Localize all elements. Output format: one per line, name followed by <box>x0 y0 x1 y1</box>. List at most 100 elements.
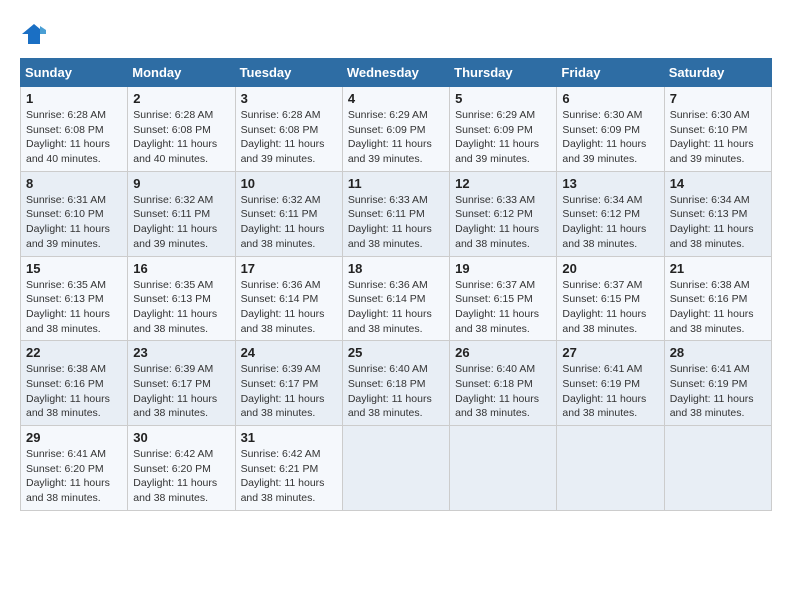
day-info: Sunrise: 6:34 AMSunset: 6:12 PMDaylight:… <box>562 193 658 252</box>
day-number: 14 <box>670 176 766 191</box>
day-info: Sunrise: 6:29 AMSunset: 6:09 PMDaylight:… <box>455 108 551 167</box>
calendar-table: SundayMondayTuesdayWednesdayThursdayFrid… <box>20 58 772 511</box>
calendar-cell: 11Sunrise: 6:33 AMSunset: 6:11 PMDayligh… <box>342 171 449 256</box>
day-info: Sunrise: 6:37 AMSunset: 6:15 PMDaylight:… <box>455 278 551 337</box>
logo-icon <box>20 20 48 48</box>
calendar-cell: 25 Sunrise: 6:40 AMSunset: 6:18 PMDayligh… <box>342 341 449 426</box>
day-number: 28 <box>670 345 766 360</box>
day-number: 1 <box>26 91 122 106</box>
day-number: 11 <box>348 176 444 191</box>
day-info: Sunrise: 6:36 AMSunset: 6:14 PMDaylight:… <box>241 278 337 337</box>
calendar-cell: 17 Sunrise: 6:36 AMSunset: 6:14 PMDayligh… <box>235 256 342 341</box>
day-number: 3 <box>241 91 337 106</box>
day-info: Sunrise: 6:33 AMSunset: 6:12 PMDaylight:… <box>455 193 551 252</box>
day-number: 23 <box>133 345 229 360</box>
calendar-row: 1 Sunrise: 6:28 AMSunset: 6:08 PMDaylight… <box>21 87 772 172</box>
calendar-cell: 3 Sunrise: 6:28 AMSunset: 6:08 PMDaylight… <box>235 87 342 172</box>
day-info: Sunrise: 6:35 AMSunset: 6:13 PMDaylight:… <box>26 278 122 337</box>
calendar-cell <box>450 426 557 511</box>
day-number: 27 <box>562 345 658 360</box>
weekday-header: Friday <box>557 59 664 87</box>
day-number: 24 <box>241 345 337 360</box>
day-info: Sunrise: 6:39 AMSunset: 6:17 PMDaylight:… <box>133 362 229 421</box>
weekday-header: Monday <box>128 59 235 87</box>
day-info: Sunrise: 6:32 AMSunset: 6:11 PMDaylight:… <box>133 193 229 252</box>
weekday-header: Tuesday <box>235 59 342 87</box>
day-info: Sunrise: 6:28 AMSunset: 6:08 PMDaylight:… <box>241 108 337 167</box>
calendar-cell: 1 Sunrise: 6:28 AMSunset: 6:08 PMDaylight… <box>21 87 128 172</box>
day-info: Sunrise: 6:40 AMSunset: 6:18 PMDaylight:… <box>348 362 444 421</box>
day-number: 18 <box>348 261 444 276</box>
calendar-cell: 8Sunrise: 6:31 AMSunset: 6:10 PMDaylight… <box>21 171 128 256</box>
day-info: Sunrise: 6:42 AMSunset: 6:20 PMDaylight:… <box>133 447 229 506</box>
calendar-cell: 23 Sunrise: 6:39 AMSunset: 6:17 PMDayligh… <box>128 341 235 426</box>
day-info: Sunrise: 6:42 AMSunset: 6:21 PMDaylight:… <box>241 447 337 506</box>
day-info: Sunrise: 6:41 AMSunset: 6:19 PMDaylight:… <box>670 362 766 421</box>
day-number: 10 <box>241 176 337 191</box>
calendar-row: 15 Sunrise: 6:35 AMSunset: 6:13 PMDayligh… <box>21 256 772 341</box>
calendar-cell: 5 Sunrise: 6:29 AMSunset: 6:09 PMDaylight… <box>450 87 557 172</box>
calendar-cell: 4 Sunrise: 6:29 AMSunset: 6:09 PMDaylight… <box>342 87 449 172</box>
calendar-header-row: SundayMondayTuesdayWednesdayThursdayFrid… <box>21 59 772 87</box>
calendar-cell: 22Sunrise: 6:38 AMSunset: 6:16 PMDayligh… <box>21 341 128 426</box>
calendar-cell: 15 Sunrise: 6:35 AMSunset: 6:13 PMDayligh… <box>21 256 128 341</box>
day-number: 22 <box>26 345 122 360</box>
day-info: Sunrise: 6:37 AMSunset: 6:15 PMDaylight:… <box>562 278 658 337</box>
calendar-cell: 26 Sunrise: 6:40 AMSunset: 6:18 PMDayligh… <box>450 341 557 426</box>
day-number: 16 <box>133 261 229 276</box>
day-info: Sunrise: 6:41 AMSunset: 6:20 PMDaylight:… <box>26 447 122 506</box>
day-number: 13 <box>562 176 658 191</box>
calendar-cell: 7Sunrise: 6:30 AMSunset: 6:10 PMDaylight… <box>664 87 771 172</box>
calendar-cell: 2 Sunrise: 6:28 AMSunset: 6:08 PMDaylight… <box>128 87 235 172</box>
day-number: 25 <box>348 345 444 360</box>
day-info: Sunrise: 6:32 AMSunset: 6:11 PMDaylight:… <box>241 193 337 252</box>
day-info: Sunrise: 6:28 AMSunset: 6:08 PMDaylight:… <box>26 108 122 167</box>
day-number: 19 <box>455 261 551 276</box>
day-number: 7 <box>670 91 766 106</box>
day-number: 29 <box>26 430 122 445</box>
day-number: 17 <box>241 261 337 276</box>
day-number: 15 <box>26 261 122 276</box>
calendar-cell: 20 Sunrise: 6:37 AMSunset: 6:15 PMDayligh… <box>557 256 664 341</box>
calendar-cell: 6 Sunrise: 6:30 AMSunset: 6:09 PMDaylight… <box>557 87 664 172</box>
day-info: Sunrise: 6:41 AMSunset: 6:19 PMDaylight:… <box>562 362 658 421</box>
calendar-cell: 29 Sunrise: 6:41 AMSunset: 6:20 PMDayligh… <box>21 426 128 511</box>
day-number: 31 <box>241 430 337 445</box>
calendar-cell: 10 Sunrise: 6:32 AMSunset: 6:11 PMDayligh… <box>235 171 342 256</box>
day-number: 30 <box>133 430 229 445</box>
day-info: Sunrise: 6:29 AMSunset: 6:09 PMDaylight:… <box>348 108 444 167</box>
calendar-cell: 9 Sunrise: 6:32 AMSunset: 6:11 PMDaylight… <box>128 171 235 256</box>
day-info: Sunrise: 6:28 AMSunset: 6:08 PMDaylight:… <box>133 108 229 167</box>
calendar-cell: 30 Sunrise: 6:42 AMSunset: 6:20 PMDayligh… <box>128 426 235 511</box>
weekday-header: Wednesday <box>342 59 449 87</box>
day-info: Sunrise: 6:30 AMSunset: 6:09 PMDaylight:… <box>562 108 658 167</box>
day-info: Sunrise: 6:38 AMSunset: 6:16 PMDaylight:… <box>670 278 766 337</box>
calendar-cell: 28 Sunrise: 6:41 AMSunset: 6:19 PMDayligh… <box>664 341 771 426</box>
logo <box>20 20 52 48</box>
day-number: 5 <box>455 91 551 106</box>
calendar-cell: 14Sunrise: 6:34 AMSunset: 6:13 PMDayligh… <box>664 171 771 256</box>
calendar-cell: 19 Sunrise: 6:37 AMSunset: 6:15 PMDayligh… <box>450 256 557 341</box>
day-number: 6 <box>562 91 658 106</box>
weekday-header: Saturday <box>664 59 771 87</box>
day-info: Sunrise: 6:39 AMSunset: 6:17 PMDaylight:… <box>241 362 337 421</box>
day-number: 20 <box>562 261 658 276</box>
day-number: 26 <box>455 345 551 360</box>
calendar-cell: 31 Sunrise: 6:42 AMSunset: 6:21 PMDayligh… <box>235 426 342 511</box>
day-number: 21 <box>670 261 766 276</box>
calendar-cell: 12 Sunrise: 6:33 AMSunset: 6:12 PMDayligh… <box>450 171 557 256</box>
day-number: 9 <box>133 176 229 191</box>
calendar-cell <box>664 426 771 511</box>
calendar-row: 29 Sunrise: 6:41 AMSunset: 6:20 PMDayligh… <box>21 426 772 511</box>
day-number: 12 <box>455 176 551 191</box>
calendar-cell <box>557 426 664 511</box>
calendar-row: 22Sunrise: 6:38 AMSunset: 6:16 PMDayligh… <box>21 341 772 426</box>
day-info: Sunrise: 6:40 AMSunset: 6:18 PMDaylight:… <box>455 362 551 421</box>
calendar-cell: 18Sunrise: 6:36 AMSunset: 6:14 PMDayligh… <box>342 256 449 341</box>
calendar-cell: 13 Sunrise: 6:34 AMSunset: 6:12 PMDayligh… <box>557 171 664 256</box>
calendar-cell: 16Sunrise: 6:35 AMSunset: 6:13 PMDayligh… <box>128 256 235 341</box>
calendar-row: 8Sunrise: 6:31 AMSunset: 6:10 PMDaylight… <box>21 171 772 256</box>
day-number: 2 <box>133 91 229 106</box>
calendar-cell <box>342 426 449 511</box>
day-number: 4 <box>348 91 444 106</box>
